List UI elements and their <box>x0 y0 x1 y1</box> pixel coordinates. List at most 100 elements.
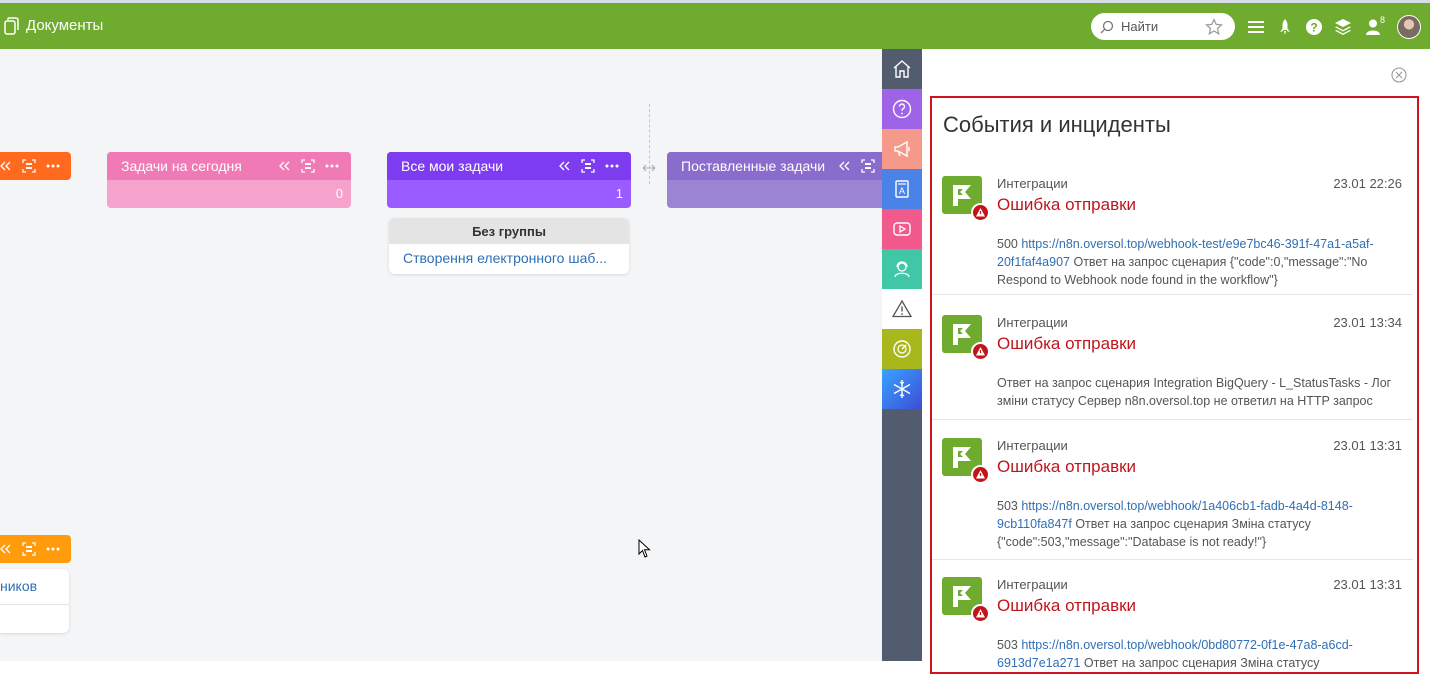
column-all-my-tasks[interactable]: Все мои задачи 1 <box>387 152 631 208</box>
error-badge <box>971 465 990 484</box>
event-title[interactable]: Ошибка отправки <box>997 334 1136 354</box>
column-partial-bottom[interactable] <box>0 535 71 563</box>
search-box[interactable] <box>1091 13 1235 40</box>
mouse-cursor-icon <box>638 539 651 558</box>
event-time: 23.01 13:31 <box>1333 577 1402 592</box>
column-header[interactable]: Все мои задачи <box>387 152 631 180</box>
menu-icon[interactable] <box>1247 18 1265 36</box>
warning-icon <box>976 609 985 618</box>
partial-card: ников <box>0 569 69 633</box>
collapse-icon[interactable] <box>0 542 12 556</box>
event-body: 503 https://n8n.oversol.top/webhook/1a40… <box>997 497 1407 551</box>
flag-icon <box>953 586 971 607</box>
side-rail: A <box>882 49 922 661</box>
close-icon[interactable] <box>1391 67 1407 83</box>
event-title[interactable]: Ошибка отправки <box>997 195 1136 215</box>
collapse-icon[interactable] <box>557 159 571 173</box>
warning-icon <box>892 299 912 318</box>
warning-icon <box>976 347 985 356</box>
resize-handle-icon[interactable] <box>642 161 656 175</box>
help-icon[interactable]: ? <box>1305 18 1323 36</box>
star-icon[interactable] <box>1205 18 1223 36</box>
error-badge <box>971 203 990 222</box>
column-partial-top[interactable] <box>0 152 71 180</box>
warning-icon <box>976 208 985 217</box>
event-title[interactable]: Ошибка отправки <box>997 457 1136 477</box>
reader-icon: A <box>895 180 909 198</box>
megaphone-icon <box>894 140 910 158</box>
task-link[interactable]: Створення електронного шаб... <box>389 244 629 266</box>
flag-icon <box>953 324 971 345</box>
event-time: 23.01 22:26 <box>1333 176 1402 191</box>
svg-text:A: A <box>899 186 905 196</box>
help-icon <box>892 99 912 119</box>
event-code: 500 <box>997 237 1018 251</box>
more-icon[interactable] <box>605 159 619 173</box>
event-message: Ответ на запрос сценария Зміна статусу <box>1083 656 1320 670</box>
event-body: Ответ на запрос сценария Integration Big… <box>997 374 1407 410</box>
more-icon[interactable] <box>46 159 60 173</box>
avatar[interactable] <box>1397 15 1421 39</box>
error-badge <box>971 604 990 623</box>
layers-icon[interactable] <box>1334 18 1352 36</box>
column-today-tasks[interactable]: Задачи на сегодня 0 <box>107 152 351 208</box>
more-icon[interactable] <box>325 159 339 173</box>
snowflake-icon <box>893 380 911 398</box>
rail-video[interactable] <box>882 209 922 249</box>
event-source: Интеграции <box>997 438 1068 453</box>
video-icon <box>893 222 911 236</box>
panel-title: События и инциденты <box>943 112 1171 137</box>
event-body: 500 https://n8n.oversol.top/webhook-test… <box>997 235 1407 289</box>
more-icon[interactable] <box>46 542 60 556</box>
rail-announcements[interactable] <box>882 129 922 169</box>
scan-icon[interactable] <box>581 159 595 173</box>
warning-icon <box>976 470 985 479</box>
flag-icon <box>953 447 971 468</box>
error-badge <box>971 342 990 361</box>
column-header[interactable]: Поставленные задачи <box>667 152 882 180</box>
collapse-icon[interactable] <box>837 159 851 173</box>
flag-icon <box>953 185 971 206</box>
documents-icon <box>4 17 19 35</box>
top-bar: Документы ? 8 <box>0 0 1430 49</box>
scan-icon[interactable] <box>301 159 315 173</box>
event-source: Интеграции <box>997 176 1068 191</box>
rocket-icon[interactable] <box>1276 18 1294 36</box>
collapse-icon[interactable] <box>277 159 291 173</box>
search-input[interactable] <box>1121 17 1201 36</box>
gauge-icon <box>893 340 911 358</box>
rail-support[interactable] <box>882 249 922 289</box>
scan-icon[interactable] <box>22 159 36 173</box>
rail-help[interactable] <box>882 89 922 129</box>
partial-card-link[interactable]: ников <box>0 569 69 594</box>
svg-text:?: ? <box>1310 21 1317 35</box>
event-item[interactable]: Интеграции 23.01 13:34 Ошибка отправки О… <box>932 315 1413 420</box>
column-title: Все мои задачи <box>401 158 504 174</box>
event-body: 503 https://n8n.oversol.top/webhook/0bd8… <box>997 636 1407 672</box>
collapse-icon[interactable] <box>0 159 12 173</box>
rail-incidents[interactable] <box>882 289 922 329</box>
event-time: 23.01 13:34 <box>1333 315 1402 330</box>
notifications-count: 8 <box>1380 15 1386 25</box>
support-agent-icon <box>894 261 910 278</box>
app-title[interactable]: Документы <box>26 17 103 34</box>
rail-home[interactable] <box>882 49 922 89</box>
rail-reader[interactable]: A <box>882 169 922 209</box>
task-group-card: Без группы Створення електронного шаб... <box>389 218 629 274</box>
rail-dashboard[interactable] <box>882 329 922 369</box>
event-title[interactable]: Ошибка отправки <box>997 596 1136 616</box>
event-item[interactable]: Интеграции 23.01 13:31 Ошибка отправки 5… <box>932 438 1413 560</box>
event-source: Интеграции <box>997 577 1068 592</box>
scan-icon[interactable] <box>861 159 875 173</box>
column-title: Задачи на сегодня <box>121 158 242 174</box>
search-icon <box>1100 20 1114 34</box>
column-assigned-tasks[interactable]: Поставленные задачи <box>667 152 882 208</box>
event-item[interactable]: Интеграции 23.01 22:26 Ошибка отправки 5… <box>932 176 1413 295</box>
event-item[interactable]: Интеграции 23.01 13:31 Ошибка отправки 5… <box>932 577 1413 672</box>
card-divider <box>0 604 69 605</box>
rail-winter[interactable] <box>882 369 922 409</box>
event-message: Ответ на запрос сценария Integration Big… <box>997 376 1392 408</box>
column-count: 0 <box>335 186 343 201</box>
scan-icon[interactable] <box>22 542 36 556</box>
column-header[interactable]: Задачи на сегодня <box>107 152 351 180</box>
